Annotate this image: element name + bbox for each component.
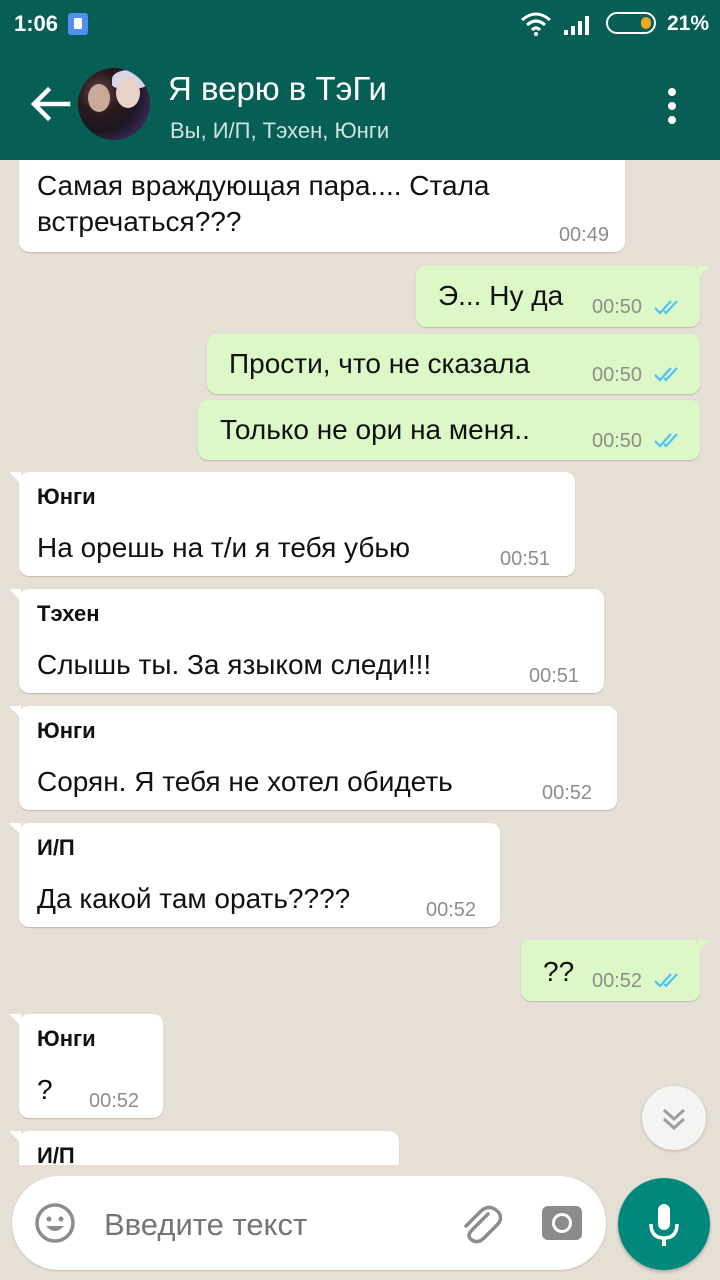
message-outgoing[interactable]: ?? 00:52 [521, 940, 710, 1001]
message-time: 00:51 [500, 548, 551, 570]
wifi-icon [521, 12, 551, 36]
message-incoming[interactable]: И/П [9, 1131, 399, 1165]
double-check-icon [654, 367, 678, 382]
message-text: ? [37, 1074, 53, 1105]
message-time: 00:50 [592, 296, 643, 318]
message-outgoing[interactable]: Прости, что не сказала 00:50 [207, 334, 700, 394]
message-sender: Тэхен [37, 601, 100, 626]
attach-icon[interactable] [458, 1200, 502, 1244]
message-time: 00:51 [529, 665, 580, 687]
message-incoming[interactable]: Тэхен Слышь ты. За языком следи!!! 00:51 [9, 589, 604, 693]
message-time: 00:50 [592, 364, 643, 386]
message-outgoing[interactable]: Э... Ну да 00:50 [416, 266, 710, 327]
message-time: 00:52 [592, 970, 643, 992]
mic-button[interactable] [618, 1178, 710, 1270]
chat-title[interactable]: Я верю в ТэГи [168, 70, 387, 108]
message-text: Слышь ты. За языком следи!!! [37, 649, 432, 680]
more-vert-icon[interactable] [664, 88, 680, 128]
message-text: встречаться??? [37, 206, 242, 237]
message-sender: Юнги [37, 1026, 96, 1051]
compose-bar [12, 1176, 606, 1270]
mic-icon [649, 1204, 679, 1246]
message-list[interactable]: Самая враждующая пара.... Стала встречат… [0, 160, 720, 1165]
message-time: 00:50 [592, 430, 643, 452]
double-check-icon [654, 433, 678, 448]
scroll-to-bottom-button[interactable] [642, 1086, 706, 1150]
message-text: Прости, что не сказала [229, 348, 530, 379]
signal-icon [564, 16, 589, 35]
message-input[interactable] [102, 1206, 446, 1244]
message-sender: Юнги [37, 718, 96, 743]
chevron-down-icon [662, 1108, 686, 1131]
message-text: Только не ори на меня.. [220, 414, 530, 445]
status-time: 1:06 [14, 11, 59, 36]
message-outgoing[interactable]: Только не ори на меня.. 00:50 [198, 400, 700, 460]
message-time: 00:52 [89, 1090, 140, 1112]
notification-icon [68, 13, 88, 35]
camera-icon[interactable] [540, 1202, 584, 1242]
message-incoming[interactable]: Юнги На орешь на т/и я тебя убью 00:51 [9, 472, 575, 576]
message-incoming[interactable]: И/П Да какой там орать???? 00:52 [9, 823, 500, 927]
chat-members[interactable]: Вы, И/П, Тэхен, Юнги [170, 118, 389, 144]
battery-level: 21% [667, 12, 710, 35]
message-incoming[interactable]: Самая враждующая пара.... Стала встречат… [19, 160, 625, 252]
message-text: ?? [543, 956, 575, 987]
group-avatar[interactable] [78, 68, 150, 140]
message-text: Сорян. Я тебя не хотел обидеть [37, 766, 453, 797]
status-bar: 1:06 21% [0, 0, 720, 48]
message-sender: И/П [37, 835, 75, 860]
message-text: Э... Ну да [438, 280, 564, 311]
message-sender: И/П [37, 1143, 75, 1165]
emoji-icon[interactable] [34, 1202, 76, 1244]
battery-icon [606, 12, 656, 34]
message-text: Самая враждующая пара.... Стала [37, 170, 490, 201]
message-incoming[interactable]: Юнги Сорян. Я тебя не хотел обидеть 00:5… [9, 706, 617, 810]
message-time: 00:52 [542, 782, 593, 804]
back-arrow-icon[interactable] [28, 84, 72, 124]
double-check-icon [654, 300, 678, 315]
message-time: 00:52 [426, 899, 477, 921]
message-text: На орешь на т/и я тебя убью [37, 532, 410, 563]
message-incoming[interactable]: Юнги ? 00:52 [9, 1014, 163, 1118]
chat-header: Я верю в ТэГи Вы, И/П, Тэхен, Юнги [0, 48, 720, 160]
double-check-icon [654, 973, 678, 988]
message-sender: Юнги [37, 484, 96, 509]
message-text: Да какой там орать???? [37, 883, 351, 914]
message-time: 00:49 [558, 224, 609, 246]
